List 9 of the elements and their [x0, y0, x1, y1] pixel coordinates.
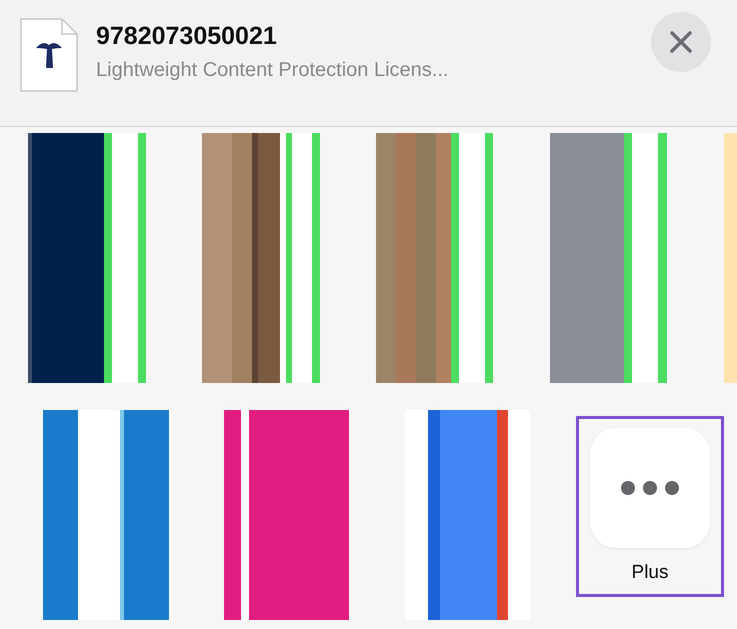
app-icon[interactable] — [28, 133, 146, 383]
more-icon — [620, 480, 680, 496]
more-label: Plus — [632, 562, 668, 584]
app-icon[interactable] — [202, 133, 320, 383]
file-subtitle: Lightweight Content Protection Licens... — [96, 59, 450, 82]
more-button[interactable] — [590, 428, 710, 548]
document-icon — [20, 18, 78, 92]
file-title: 9782073050021 — [96, 22, 278, 51]
close-icon — [669, 30, 693, 54]
